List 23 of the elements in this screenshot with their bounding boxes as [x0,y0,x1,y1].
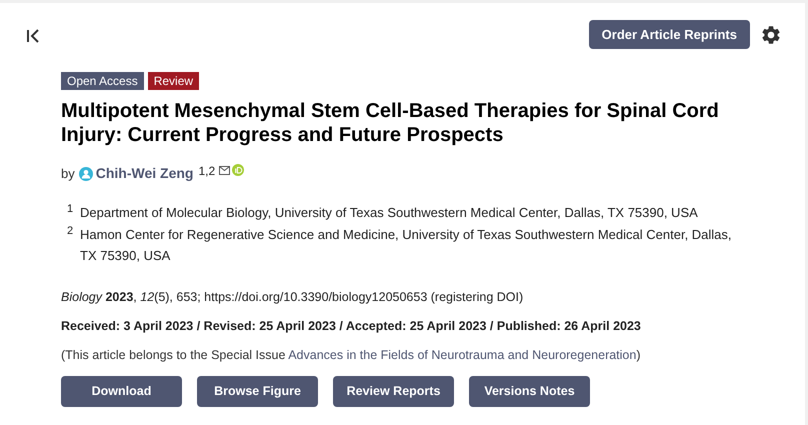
author-link[interactable]: Chih-Wei Zeng [96,163,194,184]
citation: Biology 2023, 12(5), 653; https://doi.org/10.3390/biology12050653 (registering DOI) [61,289,524,306]
action-button[interactable]: Review Reports [333,376,454,408]
affiliation-text: Hamon Center for Regenerative Science and Medicine, University of Texas Southwestern Medical Center, Dallas, TX 75390, USA [80,226,733,265]
order-reprints-button[interactable]: Order Article Reprints [588,20,750,49]
affiliation-text: Department of Molecular Biology, University of Texas Southwestern Medical Center, Dallas, TX 75390, USA [80,204,699,222]
affiliation-marks: 1,2 [198,164,216,178]
article-badge: Review [148,72,200,90]
special-issue-link[interactable]: Advances in the Fields of Neurotrauma and Neuroregeneration [288,348,636,362]
settings-icon[interactable] [760,24,782,46]
affiliation-number: 1 [66,202,74,216]
byline-prefix: by [61,164,75,183]
action-button[interactable]: Download [61,376,182,408]
collapse-icon[interactable] [25,28,41,44]
action-button[interactable]: Versions Notes [469,376,590,408]
action-button[interactable]: Browse Figure [197,376,318,408]
affiliation-number: 2 [66,224,74,238]
special-issue-note: (This article belongs to the Special Issue Advances in the Fields of Neurotrauma and Neuroregeneration) [61,346,642,364]
publication-dates: Received: 3 April 2023 / Revised: 25 April 2023 / Accepted: 25 April 2023 / Published: 26 April 2023 [61,318,642,335]
article-badge: Open Access [61,72,144,90]
mail-icon[interactable] [219,166,230,175]
user-icon [78,166,93,180]
article-title: Multipotent Mesenchymal Stem Cell-Based Therapies for Spinal Cord Injury: Current Progress and Future Prospects [61,99,720,147]
